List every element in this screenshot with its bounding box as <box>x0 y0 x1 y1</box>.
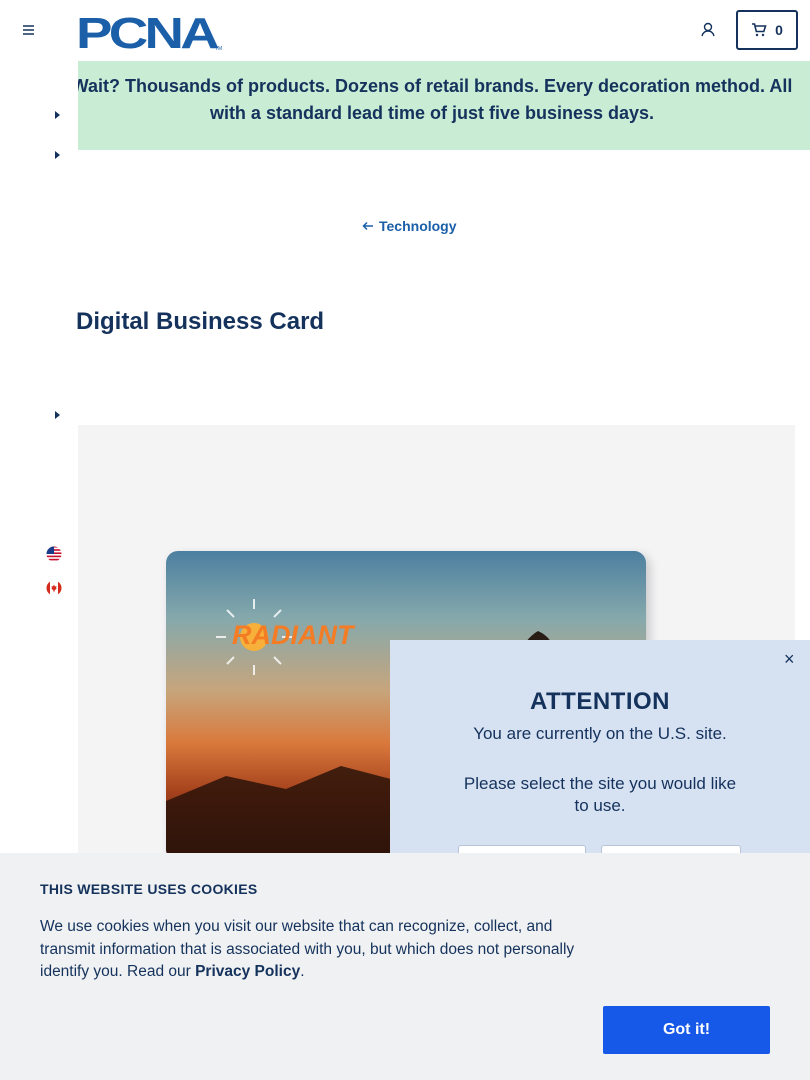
product-title: Digital Business Card <box>76 308 325 335</box>
hamburger-menu-icon[interactable] <box>18 20 38 40</box>
cookie-banner: THIS WEBSITE USES COOKIES We use cookies… <box>0 853 810 1080</box>
canada-flag-icon[interactable] <box>46 580 62 596</box>
expand-arrow-icon[interactable] <box>53 107 61 119</box>
svg-text:TM: TM <box>215 46 222 51</box>
account-icon[interactable] <box>698 20 718 40</box>
cookie-body-end: . <box>300 963 305 980</box>
privacy-policy-link[interactable]: Privacy Policy <box>195 963 300 980</box>
current-site-text: You are currently on the U.S. site. <box>473 724 727 743</box>
modal-close-icon[interactable]: × <box>784 650 795 668</box>
cart-icon <box>752 23 767 37</box>
modal-heading: ATTENTION <box>529 688 671 715</box>
breadcrumb-back-link[interactable]: Technology <box>362 218 457 234</box>
pcna-logo[interactable]: PCNA TM <box>76 9 224 58</box>
svg-text:PCNA: PCNA <box>76 11 219 51</box>
us-flag-icon[interactable] <box>46 546 62 562</box>
cookie-text: We use cookies when you visit our websit… <box>40 916 600 984</box>
cookie-title: THIS WEBSITE USES COOKIES <box>40 881 258 897</box>
expand-arrow-icon[interactable] <box>53 407 61 419</box>
accept-cookies-button[interactable]: Got it! <box>603 1006 770 1054</box>
cookie-body: We use cookies when you visit our websit… <box>40 918 575 980</box>
breadcrumb-label: Technology <box>379 218 457 234</box>
site-header: PCNA TM 0 <box>0 0 810 61</box>
site-select-prompt: Please select the site you would like to… <box>463 774 737 815</box>
arrow-left-icon <box>362 221 373 231</box>
card-brand-text: RADIANT <box>232 620 354 650</box>
expand-arrow-icon[interactable] <box>53 147 61 159</box>
cart-button[interactable]: 0 <box>736 10 798 50</box>
promo-text: Wait? Thousands of products. Dozens of r… <box>78 76 793 123</box>
promo-banner: Wait? Thousands of products. Dozens of r… <box>78 61 810 150</box>
cart-count: 0 <box>775 22 783 38</box>
